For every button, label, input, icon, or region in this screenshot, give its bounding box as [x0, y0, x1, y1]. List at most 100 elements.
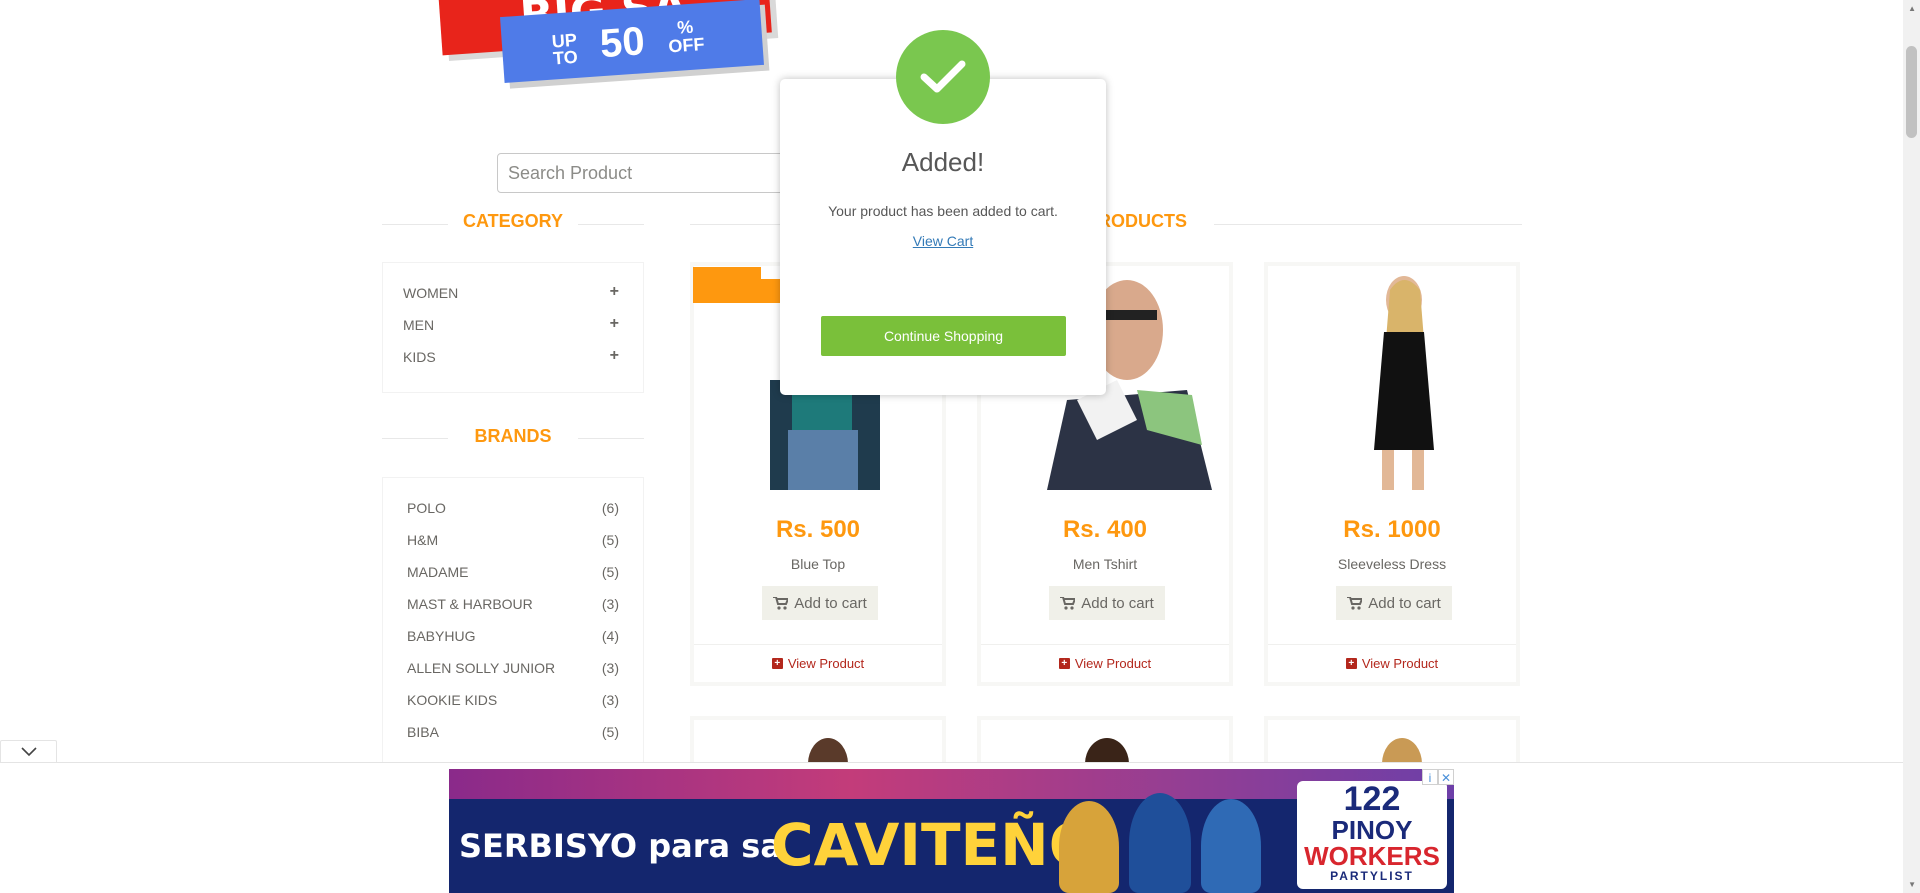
ad-logo-number: 122 [1343, 780, 1401, 818]
category-item-kids[interactable]: KIDS + [403, 347, 623, 369]
brand-count: (3) [601, 596, 619, 612]
page: BIG SA UP TO 50 % OFF CATEGORY WOMEN + M… [0, 0, 1920, 893]
title-divider [382, 224, 448, 225]
plus-square-icon: + [771, 658, 783, 669]
added-to-cart-modal: Added! Your product has been added to ca… [780, 79, 1106, 395]
title-divider [1214, 224, 1522, 225]
view-cart-link[interactable]: View Cart [780, 233, 1106, 249]
checkmark-icon [920, 60, 966, 93]
brand-count: (5) [601, 532, 619, 548]
product-name: Blue Top [790, 556, 846, 572]
brand-item[interactable]: BABYHUG (4) [407, 628, 619, 646]
ad-logo-line3: PARTYLIST [1330, 869, 1414, 883]
brand-item[interactable]: BIBA (5) [407, 724, 619, 742]
ad-headline: SERBISYO para sa [459, 827, 782, 865]
sale-banner: BIG SA UP TO 50 % OFF [438, 0, 840, 90]
brand-item[interactable]: ALLEN SOLLY JUNIOR (3) [407, 660, 619, 678]
brand-label: ALLEN SOLLY JUNIOR [407, 660, 556, 676]
product-price: Rs. 1000 [1343, 516, 1441, 543]
card-divider [694, 644, 942, 645]
brand-label: MADAME [407, 564, 469, 580]
brand-label: MAST & HARBOUR [407, 596, 533, 612]
ad-logo-line1: PINOY [1331, 815, 1413, 845]
category-panel: WOMEN + MEN + KIDS + [382, 262, 644, 393]
brands-title: BRANDS [474, 426, 552, 446]
sale-off: % OFF [667, 16, 706, 57]
add-to-cart-label: Add to cart [1368, 594, 1441, 612]
add-to-cart-button[interactable]: Add to cart [1049, 586, 1165, 620]
product-image [1274, 270, 1510, 490]
plus-icon[interactable]: + [610, 283, 619, 301]
plus-icon[interactable]: + [610, 315, 619, 333]
category-label: KIDS [403, 349, 436, 365]
sale-up-to: UP TO [551, 29, 579, 69]
scroll-up-arrow-icon[interactable]: ▲ [1908, 4, 1916, 13]
brand-count: (5) [601, 564, 619, 580]
brand-item[interactable]: MAST & HARBOUR (3) [407, 596, 619, 614]
brand-label: BIBA [407, 724, 439, 740]
ad-person [1059, 801, 1119, 893]
brand-label: POLO [407, 500, 446, 516]
plus-icon[interactable]: + [610, 347, 619, 365]
product-name: Men Tshirt [1072, 556, 1138, 572]
category-label: WOMEN [403, 285, 459, 301]
product-price: Rs. 400 [1062, 516, 1148, 543]
add-to-cart-label: Add to cart [1081, 594, 1154, 612]
search-input[interactable] [497, 153, 797, 193]
plus-square-icon: + [1345, 658, 1357, 669]
brand-count: (6) [601, 500, 619, 516]
brand-item[interactable]: KOOKIE KIDS (3) [407, 692, 619, 710]
title-divider [578, 438, 644, 439]
add-to-cart-label: Add to cart [794, 594, 867, 612]
title-divider [578, 224, 644, 225]
brand-label: BABYHUG [407, 628, 476, 644]
add-to-cart-button[interactable]: Add to cart [762, 586, 878, 620]
brand-count: (4) [601, 628, 619, 644]
cart-icon [1347, 596, 1363, 610]
brand-count: (3) [601, 692, 619, 708]
sale-percent: 50 [598, 19, 647, 67]
brand-item[interactable]: H&M (5) [407, 532, 619, 550]
category-item-women[interactable]: WOMEN + [403, 283, 623, 305]
chevron-down-icon [20, 747, 37, 757]
brand-item[interactable]: MADAME (5) [407, 564, 619, 582]
view-product-label: View Product [1361, 656, 1439, 671]
product-name: Sleeveless Dress [1337, 556, 1447, 572]
scroll-thumb[interactable] [1906, 46, 1917, 138]
category-item-men[interactable]: MEN + [403, 315, 623, 337]
brand-label: H&M [407, 532, 439, 548]
product-card: Rs. 1000 Sleeveless Dress Add to cart + … [1264, 262, 1520, 686]
category-title: CATEGORY [462, 211, 563, 231]
ad-collapse-toggle[interactable] [0, 740, 57, 763]
continue-shopping-button[interactable]: Continue Shopping [821, 316, 1066, 356]
category-label: MEN [403, 317, 435, 333]
brand-item[interactable]: POLO (6) [407, 500, 619, 518]
view-product-link[interactable]: + View Product [981, 656, 1229, 671]
ad-close-icon[interactable]: ✕ [1438, 769, 1454, 785]
new-ribbon [693, 267, 783, 303]
plus-square-icon: + [1058, 658, 1070, 669]
title-divider [382, 438, 448, 439]
view-product-link[interactable]: + View Product [694, 656, 942, 671]
modal-message: Your product has been added to cart. [828, 203, 1058, 219]
view-product-link[interactable]: + View Product [1268, 656, 1516, 671]
brand-count: (5) [601, 724, 619, 740]
ad-banner[interactable]: SERBISYO para sa CAVITEÑO 122 PINOY WORK… [449, 769, 1454, 893]
page-scrollbar[interactable]: ▲ ▼ [1903, 0, 1920, 893]
ad-highlight: CAVITEÑO [771, 811, 1099, 879]
product-image-dress [1374, 276, 1434, 490]
ad-logo-line2: WORKERS [1304, 841, 1440, 871]
card-divider [981, 644, 1229, 645]
cart-icon [1060, 596, 1076, 610]
ad-person [1201, 799, 1261, 893]
ad-logo: 122 PINOY WORKERS PARTYLIST [1297, 781, 1447, 889]
modal-title: Added! [901, 147, 985, 177]
brands-panel: POLO (6) H&M (5) MADAME (5) MAST & HARBOUR (… [382, 477, 644, 767]
add-to-cart-button[interactable]: Add to cart [1336, 586, 1452, 620]
ad-person [1129, 793, 1191, 893]
product-price: Rs. 500 [775, 516, 861, 543]
brand-count: (3) [601, 660, 619, 676]
ad-info-icon[interactable]: i [1422, 769, 1438, 785]
title-divider [690, 224, 780, 225]
scroll-down-arrow-icon[interactable]: ▼ [1908, 880, 1916, 889]
